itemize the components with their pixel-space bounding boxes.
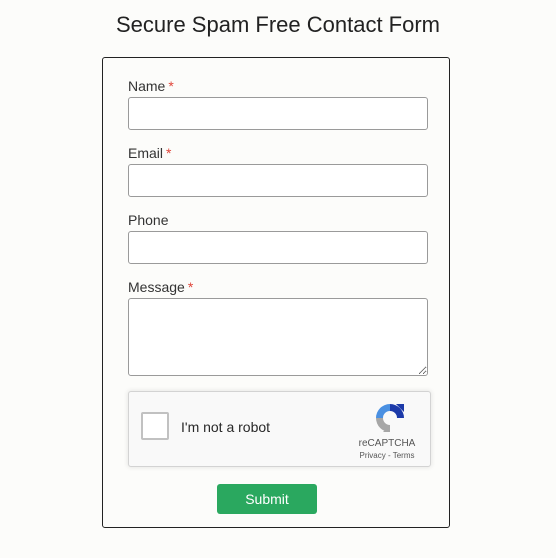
message-label-text: Message: [128, 279, 185, 295]
submit-button[interactable]: Submit: [217, 484, 317, 514]
email-label: Email *: [128, 145, 171, 161]
page-title: Secure Spam Free Contact Form: [115, 12, 440, 37]
recaptcha-links: Privacy - Terms: [349, 451, 425, 460]
phone-label: Phone: [128, 212, 168, 228]
name-label-text: Name: [128, 78, 166, 94]
name-input[interactable]: [128, 97, 428, 130]
required-mark: *: [187, 279, 194, 295]
recaptcha-logo-icon: [376, 404, 404, 432]
recaptcha-label: I'm not a robot: [181, 419, 271, 435]
name-label: Name *: [128, 78, 174, 94]
required-mark: *: [168, 78, 174, 94]
phone-label-text: Phone: [128, 212, 169, 228]
recaptcha-widget: I'm not a robot reCAPTCHA Privacy - Term…: [128, 391, 431, 467]
recaptcha-link-separator: -: [385, 451, 393, 460]
recaptcha-brand: reCAPTCHA: [358, 438, 416, 449]
phone-input[interactable]: [128, 231, 428, 264]
email-label-text: Email: [128, 145, 164, 161]
message-label: Message *: [128, 279, 193, 295]
recaptcha-checkbox[interactable]: [141, 412, 169, 440]
message-textarea[interactable]: [128, 298, 428, 376]
recaptcha-privacy-link[interactable]: Privacy: [360, 451, 386, 460]
email-input[interactable]: [128, 164, 428, 197]
contact-form: Name * Email * Phone Message * I'm not a ro…: [102, 57, 450, 528]
recaptcha-terms-link[interactable]: Terms: [393, 451, 415, 460]
required-mark: *: [166, 145, 172, 161]
